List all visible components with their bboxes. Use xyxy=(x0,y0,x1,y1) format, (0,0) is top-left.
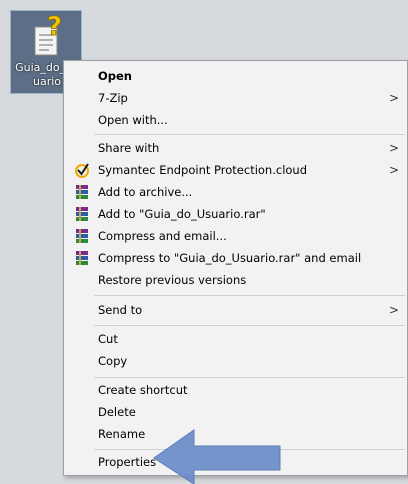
menu-item-share-with[interactable]: Share with > xyxy=(64,137,407,159)
winrar-books-icon xyxy=(76,229,88,243)
menu-item-label: Compress and email... xyxy=(98,229,227,243)
menu-item-label: Symantec Endpoint Protection.cloud xyxy=(98,163,308,177)
symantec-check-icon xyxy=(75,163,89,178)
menu-item-symantec[interactable]: Symantec Endpoint Protection.cloud > xyxy=(64,159,407,181)
winrar-books-icon xyxy=(76,251,88,265)
menu-item-compress-and-email[interactable]: Compress and email... xyxy=(64,225,407,247)
help-document-icon: ? xyxy=(34,15,62,56)
pointer-arrow-icon xyxy=(153,429,281,484)
menu-item-copy[interactable]: Copy xyxy=(64,350,407,372)
svg-text:?: ? xyxy=(47,15,62,42)
menu-item-restore-previous-versions[interactable]: Restore previous versions xyxy=(64,269,407,291)
menu-item-label: Compress to "Guia_do_Usuario.rar" and em… xyxy=(98,251,362,265)
menu-item-compress-to-rar-email[interactable]: Compress to "Guia_do_Usuario.rar" and em… xyxy=(64,247,407,269)
menu-item-label: Open xyxy=(98,69,132,83)
menu-item-label: Restore previous versions xyxy=(98,273,247,287)
menu-item-send-to[interactable]: Send to > xyxy=(64,299,407,321)
menu-item-label: 7-Zip xyxy=(98,91,128,105)
menu-item-open-with[interactable]: Open with... xyxy=(64,109,407,131)
menu-item-cut[interactable]: Cut xyxy=(64,328,407,350)
menu-item-delete[interactable]: Delete xyxy=(64,401,407,423)
chevron-right-icon: > xyxy=(388,163,399,177)
menu-separator xyxy=(94,325,405,326)
menu-item-label: Properties xyxy=(98,455,157,469)
menu-separator xyxy=(94,295,405,296)
menu-item-label: Open with... xyxy=(98,113,168,127)
menu-item-label: Send to xyxy=(98,303,143,317)
menu-item-label: Copy xyxy=(98,354,128,368)
menu-item-label: Share with xyxy=(98,141,160,155)
chevron-right-icon: > xyxy=(388,141,399,155)
menu-item-label: Rename xyxy=(98,427,146,441)
chevron-right-icon: > xyxy=(388,303,399,317)
menu-separator xyxy=(94,377,405,378)
menu-item-open[interactable]: Open xyxy=(64,65,407,87)
menu-item-label: Cut xyxy=(98,332,118,346)
menu-separator xyxy=(94,134,405,135)
menu-item-label: Add to archive... xyxy=(98,185,193,199)
menu-item-create-shortcut[interactable]: Create shortcut xyxy=(64,379,407,401)
menu-item-label: Delete xyxy=(98,405,136,419)
menu-item-label: Add to "Guia_do_Usuario.rar" xyxy=(98,207,266,221)
menu-item-add-to-archive[interactable]: Add to archive... xyxy=(64,181,407,203)
menu-item-add-to-rar[interactable]: Add to "Guia_do_Usuario.rar" xyxy=(64,203,407,225)
menu-item-7zip[interactable]: 7-Zip > xyxy=(64,87,407,109)
winrar-books-icon xyxy=(76,207,88,221)
menu-item-label: Create shortcut xyxy=(98,383,188,397)
context-menu: Open 7-Zip > Open with... Share with > S… xyxy=(63,60,408,476)
chevron-right-icon: > xyxy=(388,91,399,105)
winrar-books-icon xyxy=(76,185,88,199)
